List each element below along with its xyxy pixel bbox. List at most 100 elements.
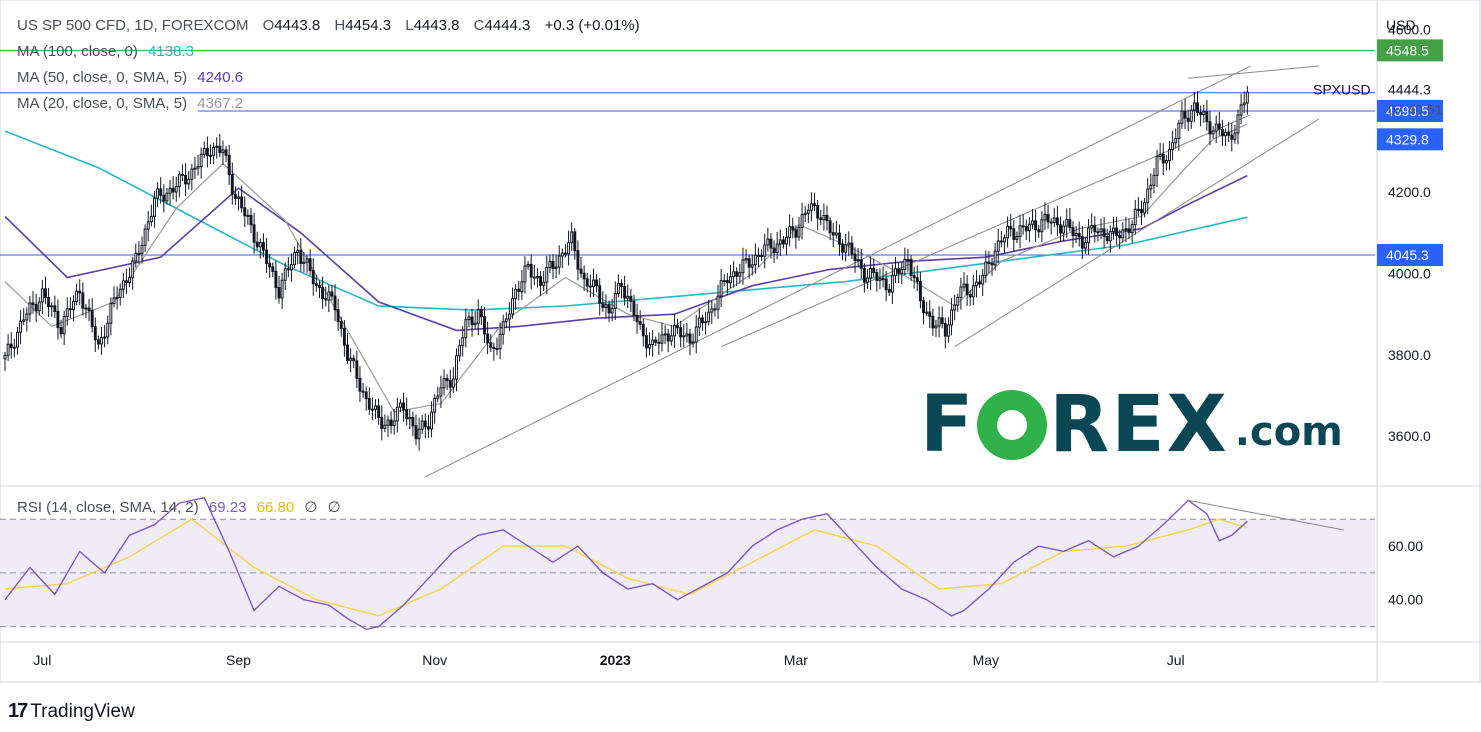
candle-body[interactable] xyxy=(258,242,262,248)
candle-body[interactable] xyxy=(274,270,278,289)
candle-body[interactable] xyxy=(40,288,44,303)
candle-body[interactable] xyxy=(1049,221,1053,224)
candle-body[interactable] xyxy=(981,274,985,285)
candle-body[interactable] xyxy=(872,267,876,274)
candle-body[interactable] xyxy=(233,193,237,199)
candle-body[interactable] xyxy=(212,146,216,156)
ma20-legend[interactable]: MA (20, close, 0, SMA, 5) 4367.2 xyxy=(17,95,243,113)
candle-body[interactable] xyxy=(230,174,234,195)
candle-body[interactable] xyxy=(918,281,922,302)
candle-body[interactable] xyxy=(218,145,222,154)
candle-body[interactable] xyxy=(402,402,406,411)
candle-body[interactable] xyxy=(651,339,655,346)
candle-body[interactable] xyxy=(909,258,913,277)
candle-body[interactable] xyxy=(72,300,75,311)
candle-body[interactable] xyxy=(448,379,452,388)
candle-body[interactable] xyxy=(862,267,866,283)
tradingview-logo[interactable]: 17 TradingView xyxy=(8,700,135,723)
candle-body[interactable] xyxy=(181,173,184,176)
candle-body[interactable] xyxy=(1083,242,1087,249)
candle-body[interactable] xyxy=(352,357,356,362)
candle-body[interactable] xyxy=(128,277,132,284)
candle-body[interactable] xyxy=(585,278,589,287)
candle-body[interactable] xyxy=(115,296,119,299)
candle-body[interactable] xyxy=(221,149,225,154)
candle-body[interactable] xyxy=(1012,228,1016,240)
candle-body[interactable] xyxy=(156,188,160,199)
candle-body[interactable] xyxy=(707,311,711,323)
candle-body[interactable] xyxy=(778,239,782,245)
candle-body[interactable] xyxy=(240,196,244,209)
candle-body[interactable] xyxy=(719,280,723,297)
candle-body[interactable] xyxy=(940,317,944,325)
candle-body[interactable] xyxy=(797,226,801,238)
candle-body[interactable] xyxy=(822,215,826,221)
candle-body[interactable] xyxy=(405,409,409,420)
candle-body[interactable] xyxy=(881,278,885,281)
candle-body[interactable] xyxy=(327,291,331,301)
candle-body[interactable] xyxy=(672,325,676,337)
rsi-legend[interactable]: RSI (14, close, SMA, 14, 2) 69.23 66.80 … xyxy=(17,499,341,517)
candle-body[interactable] xyxy=(1108,231,1112,242)
candle-body[interactable] xyxy=(897,268,901,274)
candle-body[interactable] xyxy=(492,346,496,350)
candle-body[interactable] xyxy=(511,298,514,315)
candle-body[interactable] xyxy=(635,314,639,323)
candle-body[interactable] xyxy=(364,391,368,400)
candle-body[interactable] xyxy=(747,258,751,268)
candle-body[interactable] xyxy=(648,344,651,349)
candle-body[interactable] xyxy=(738,272,742,277)
candle-body[interactable] xyxy=(268,262,272,268)
candle-body[interactable] xyxy=(118,288,122,298)
candle-body[interactable] xyxy=(638,321,642,325)
candle-body[interactable] xyxy=(993,250,997,266)
candle-body[interactable] xyxy=(1027,223,1031,232)
candle-body[interactable] xyxy=(688,333,692,344)
candle-body[interactable] xyxy=(296,249,300,254)
candle-body[interactable] xyxy=(9,343,13,349)
candle-body[interactable] xyxy=(504,318,508,323)
candle-body[interactable] xyxy=(227,154,231,176)
candle-body[interactable] xyxy=(1021,225,1025,228)
candle-body[interactable] xyxy=(411,417,415,427)
candle-body[interactable] xyxy=(1040,219,1044,233)
candle-body[interactable] xyxy=(1149,184,1153,190)
candle-body[interactable] xyxy=(1155,155,1159,176)
candle-body[interactable] xyxy=(380,416,384,429)
candle-body[interactable] xyxy=(573,231,577,252)
candle-body[interactable] xyxy=(398,402,402,408)
candle-body[interactable] xyxy=(1164,160,1168,164)
candle-body[interactable] xyxy=(12,346,16,349)
candle-body[interactable] xyxy=(710,308,714,313)
candle-body[interactable] xyxy=(753,254,757,266)
candle-body[interactable] xyxy=(165,192,169,202)
candle-body[interactable] xyxy=(666,333,670,342)
candle-body[interactable] xyxy=(570,231,574,244)
candle-body[interactable] xyxy=(1055,217,1059,226)
candle-body[interactable] xyxy=(383,424,387,429)
candle-body[interactable] xyxy=(616,283,620,295)
candle-body[interactable] xyxy=(610,307,614,314)
candle-body[interactable] xyxy=(567,242,571,255)
candle-body[interactable] xyxy=(604,304,608,308)
candle-body[interactable] xyxy=(1133,208,1137,225)
candle-body[interactable] xyxy=(342,327,346,346)
candle-body[interactable] xyxy=(81,292,85,309)
candle-body[interactable] xyxy=(915,277,919,283)
candle-body[interactable] xyxy=(607,304,611,314)
candle-body[interactable] xyxy=(1143,202,1147,214)
candle-body[interactable] xyxy=(62,316,66,335)
candle-body[interactable] xyxy=(202,147,206,155)
candle-body[interactable] xyxy=(601,302,605,308)
candle-body[interactable] xyxy=(548,260,552,269)
candle-body[interactable] xyxy=(59,327,63,335)
candle-body[interactable] xyxy=(299,249,303,264)
candle-body[interactable] xyxy=(44,288,47,298)
candle-body[interactable] xyxy=(760,255,764,258)
candle-body[interactable] xyxy=(1183,110,1187,119)
candle-body[interactable] xyxy=(489,342,493,348)
candle-body[interactable] xyxy=(1024,226,1028,232)
candle-body[interactable] xyxy=(1062,225,1066,234)
candle-body[interactable] xyxy=(523,265,527,283)
candle-body[interactable] xyxy=(641,323,645,337)
